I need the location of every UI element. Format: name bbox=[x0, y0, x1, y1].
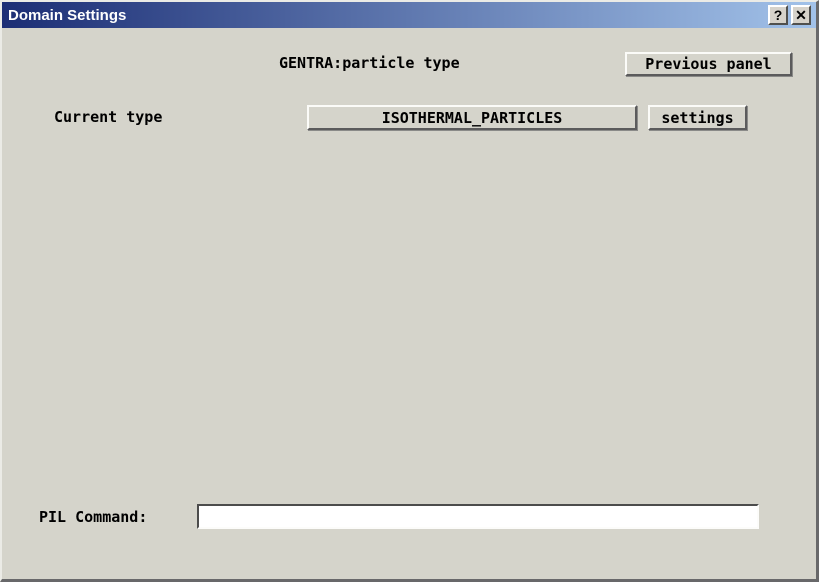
titlebar-buttons: ? ✕ bbox=[768, 5, 811, 25]
panel-heading: GENTRA:particle type bbox=[279, 54, 460, 72]
close-icon: ✕ bbox=[795, 7, 807, 23]
pil-command-label: PIL Command: bbox=[39, 508, 147, 526]
help-button[interactable]: ? bbox=[768, 5, 788, 25]
current-type-button[interactable]: ISOTHERMAL_PARTICLES bbox=[307, 105, 637, 130]
settings-button[interactable]: settings bbox=[648, 105, 747, 130]
domain-settings-window: Domain Settings ? ✕ GENTRA:particle type… bbox=[0, 0, 819, 582]
close-button[interactable]: ✕ bbox=[791, 5, 811, 25]
help-icon: ? bbox=[774, 7, 783, 23]
previous-panel-button[interactable]: Previous panel bbox=[625, 52, 792, 76]
window-title: Domain Settings bbox=[2, 7, 126, 24]
pil-command-input[interactable] bbox=[197, 504, 759, 529]
titlebar: Domain Settings ? ✕ bbox=[2, 2, 816, 28]
current-type-label: Current type bbox=[54, 108, 162, 126]
